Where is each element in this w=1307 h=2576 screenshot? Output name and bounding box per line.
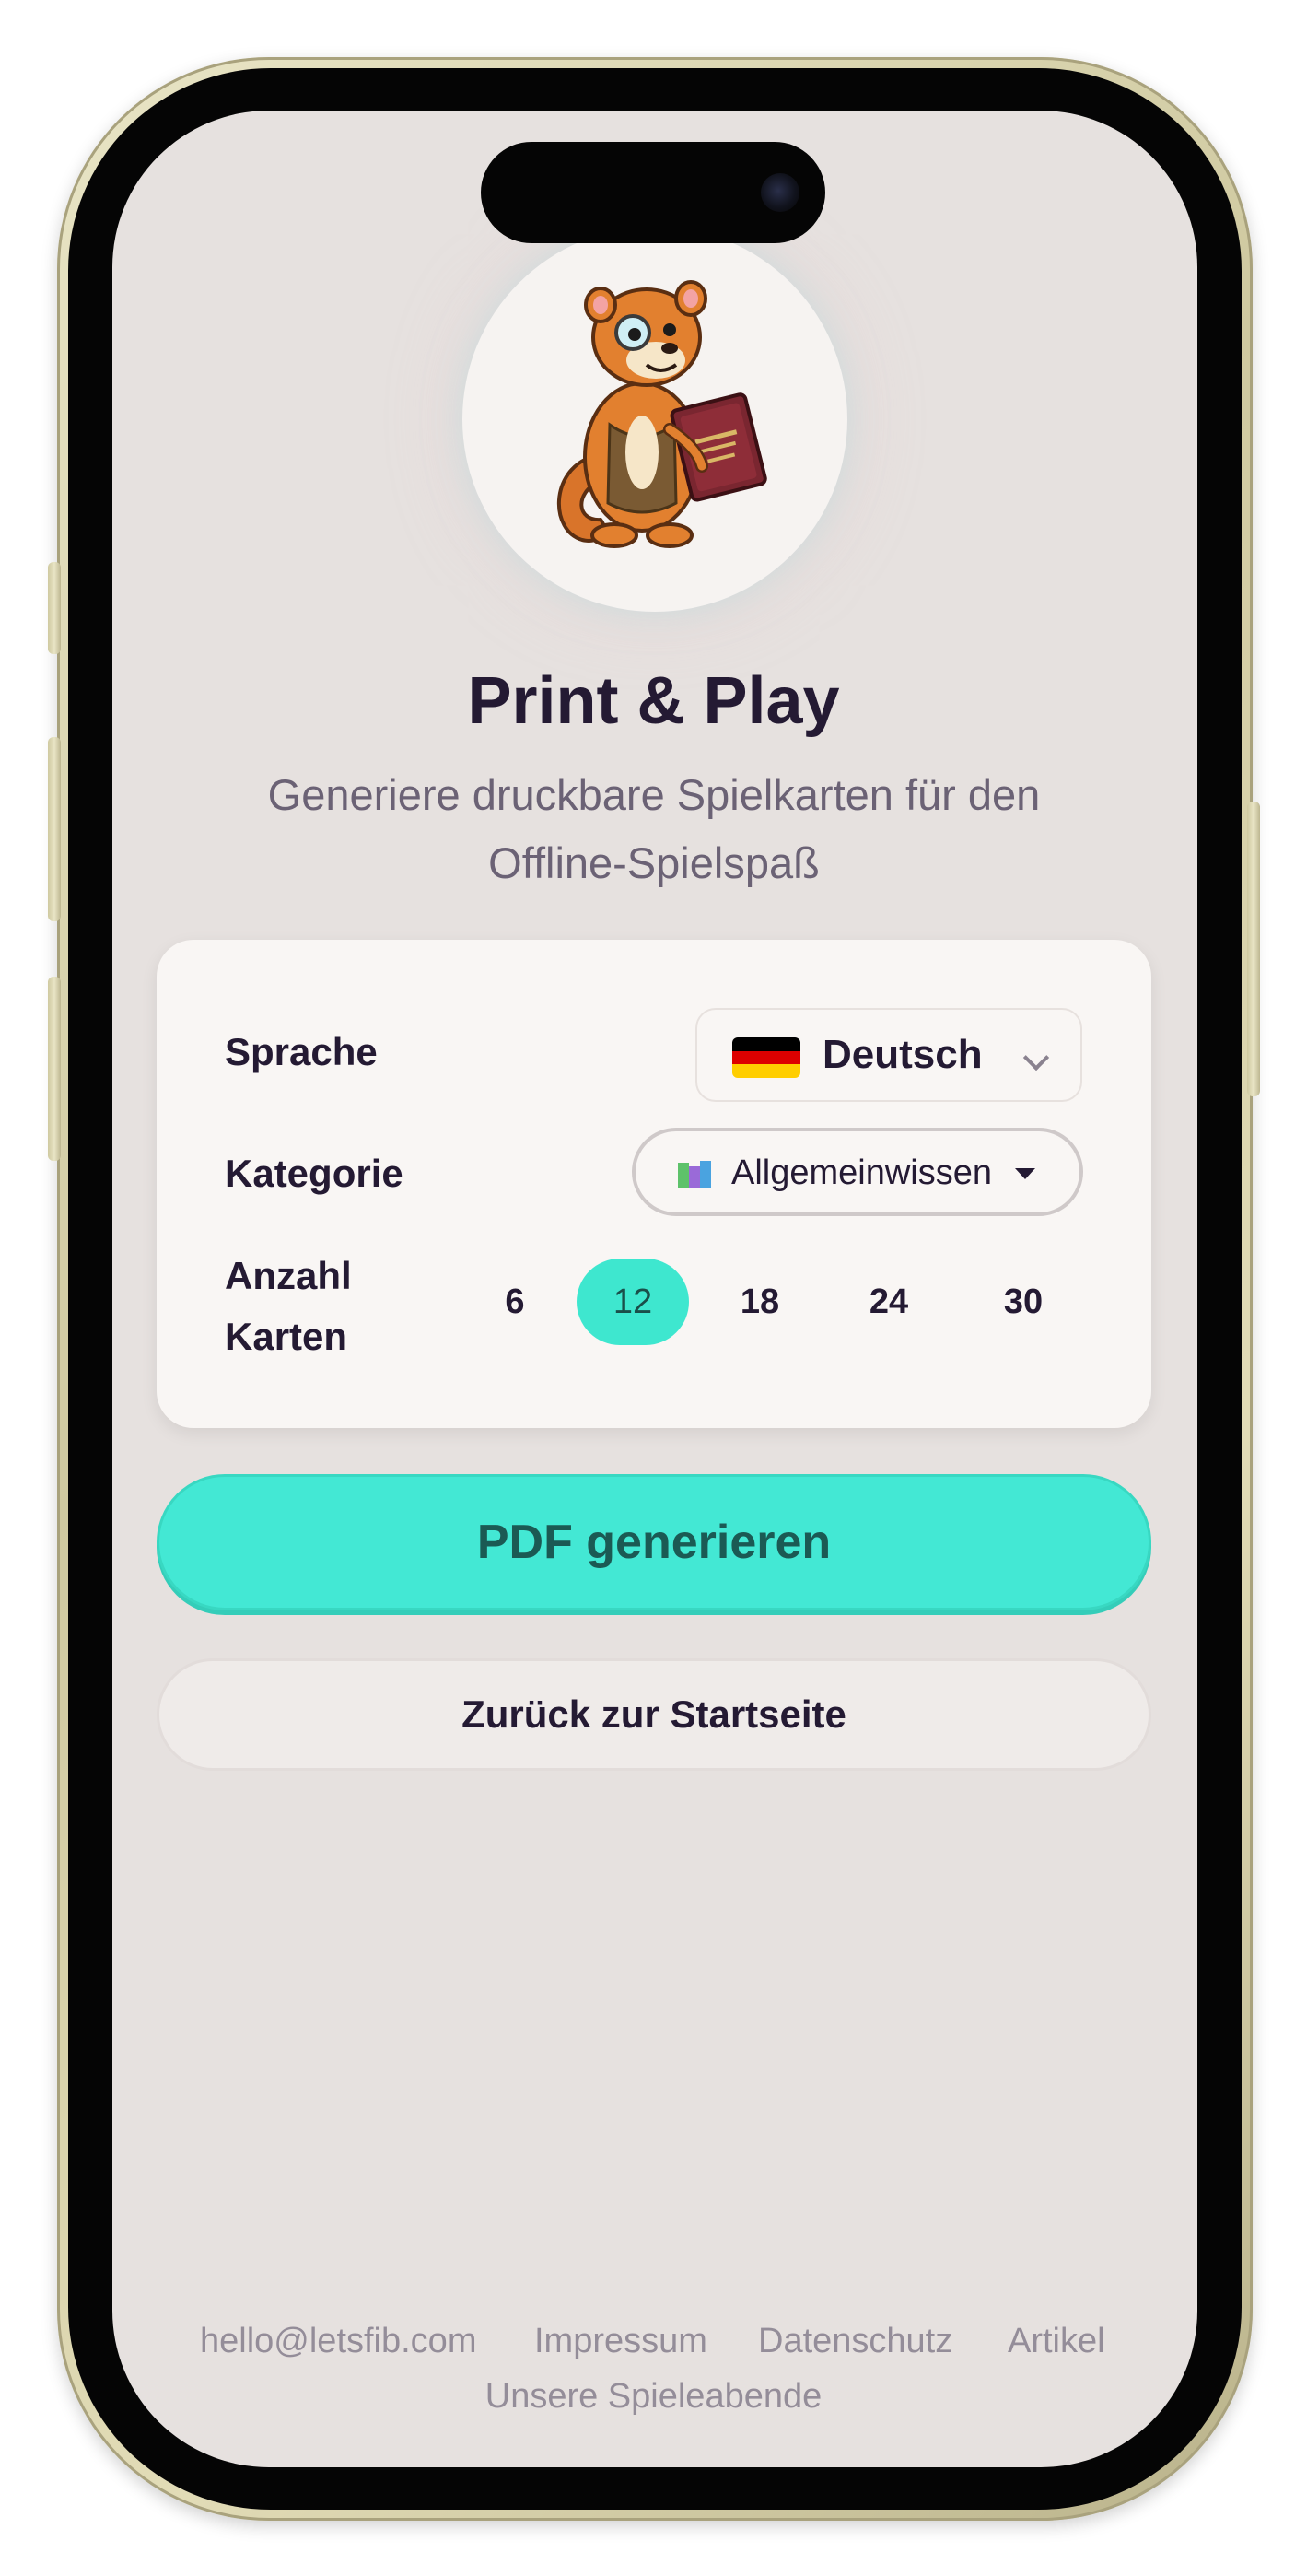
mascot-avatar <box>462 227 847 612</box>
language-label: Sprache <box>225 1030 378 1073</box>
books-icon <box>678 1161 711 1188</box>
weasel-mascot-icon <box>556 280 767 548</box>
card-count-label-line2: Karten <box>225 1315 348 1358</box>
count-option-18[interactable]: 18 <box>704 1259 816 1345</box>
page-title: Print & Play <box>467 664 840 738</box>
count-option-24[interactable]: 24 <box>833 1259 945 1345</box>
count-option-30[interactable]: 30 <box>967 1259 1079 1345</box>
germany-flag-icon <box>732 1037 800 1078</box>
phone-power-button <box>1247 802 1260 1096</box>
generate-pdf-button[interactable]: PDF generieren <box>157 1474 1151 1610</box>
phone-volume-up-button <box>48 737 61 921</box>
caret-down-icon <box>1015 1168 1035 1179</box>
page-subtitle: Generiere druckbare Spielkarten für den … <box>267 770 1041 887</box>
footer-impressum-link[interactable]: Impressum <box>534 2322 707 2361</box>
footer-email-link[interactable]: hello@letsfib.com <box>200 2322 476 2361</box>
category-label: Kategorie <box>225 1152 403 1195</box>
camera-icon <box>761 173 799 212</box>
language-select[interactable]: Deutsch <box>695 1008 1082 1102</box>
phone-action-button <box>48 562 61 654</box>
count-option-12[interactable]: 12 <box>577 1259 689 1345</box>
chevron-down-icon <box>1022 1044 1050 1071</box>
dynamic-island <box>481 142 825 243</box>
footer-spieleabende-link[interactable]: Unsere Spieleabende <box>0 2377 1307 2417</box>
category-select[interactable]: Allgemeinwissen <box>632 1128 1083 1216</box>
footer-datenschutz-link[interactable]: Datenschutz <box>758 2322 952 2361</box>
category-value: Allgemeinwissen <box>731 1153 993 1192</box>
count-option-6[interactable]: 6 <box>459 1259 571 1345</box>
footer-artikel-link[interactable]: Artikel <box>1008 2322 1105 2361</box>
back-to-home-button[interactable]: Zurück zur Startseite <box>157 1658 1151 1771</box>
card-count-label-line1: Anzahl <box>225 1254 352 1297</box>
language-value: Deutsch <box>823 1032 983 1077</box>
phone-volume-down-button <box>48 977 61 1161</box>
card-count-label: Anzahl Karten <box>225 1246 352 1367</box>
